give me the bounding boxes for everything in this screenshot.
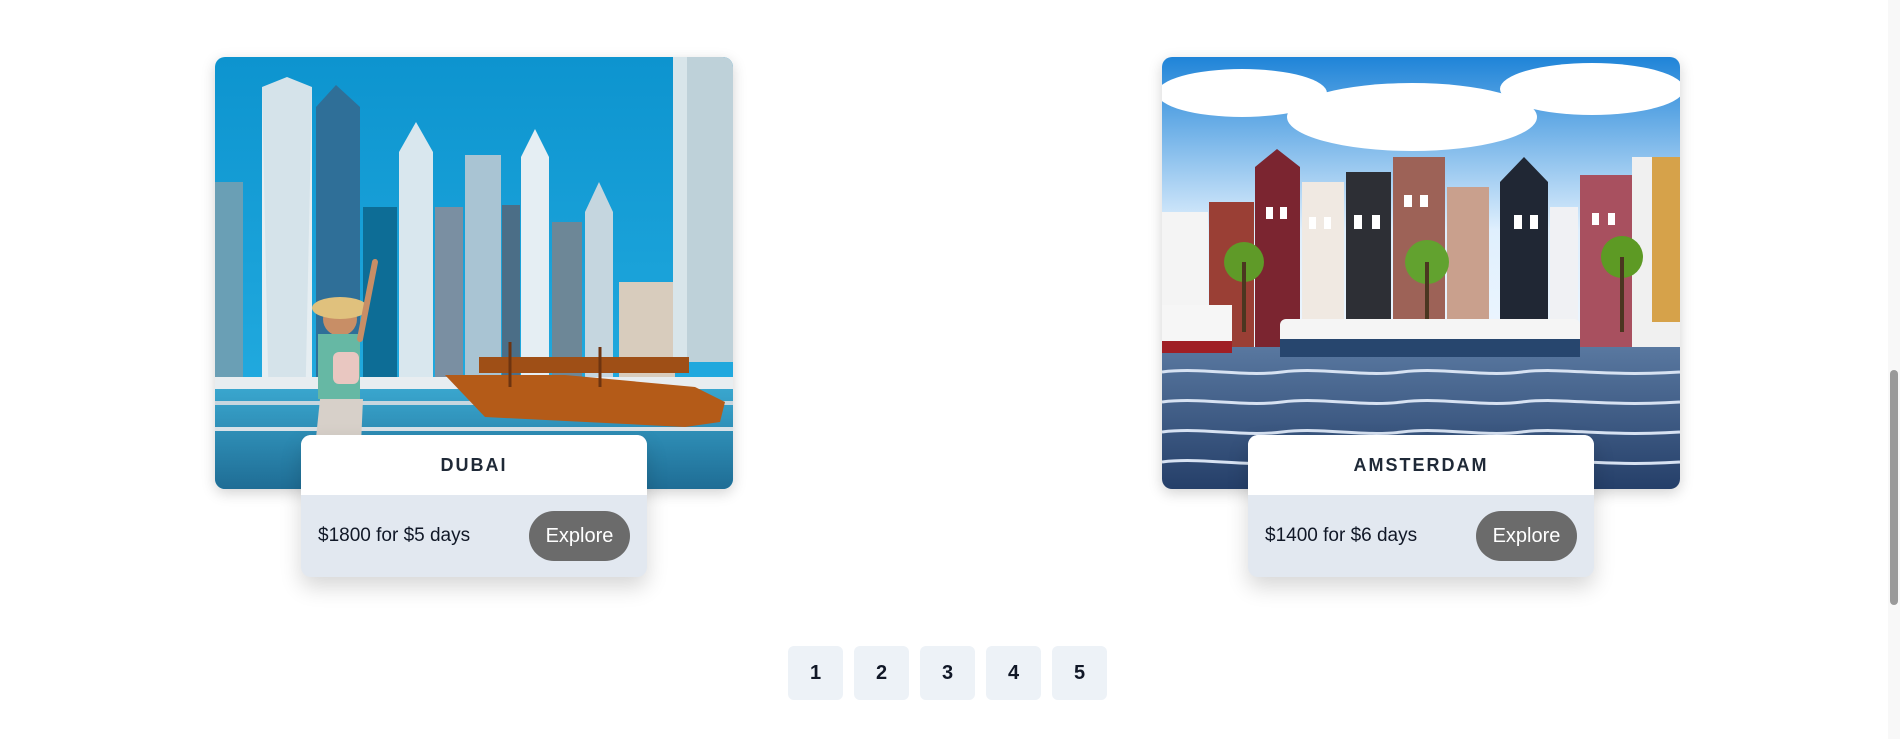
page-button-1[interactable]: 1 (788, 646, 843, 700)
page-button-5[interactable]: 5 (1052, 646, 1107, 700)
amsterdam-price-text: $1400 for $6 days (1265, 525, 1418, 546)
page-button-4[interactable]: 4 (986, 646, 1041, 700)
amsterdam-image (1162, 57, 1680, 489)
dubai-explore-button[interactable]: Explore (529, 511, 630, 561)
amsterdam-destination-name: AMSTERDAM (1248, 435, 1594, 495)
pagination: 1 2 3 4 5 (788, 646, 1107, 700)
dubai-info-card: DUBAI $1800 for $5 days Explore (301, 435, 647, 577)
dubai-destination-name: DUBAI (301, 435, 647, 495)
destination-page: DUBAI $1800 for $5 days Explore AMSTERDA… (0, 0, 1900, 739)
dubai-price-text: $1800 for $5 days (318, 525, 471, 546)
amsterdam-explore-button[interactable]: Explore (1476, 511, 1577, 561)
dubai-image (215, 57, 733, 489)
page-button-3[interactable]: 3 (920, 646, 975, 700)
amsterdam-scene (1162, 57, 1680, 489)
scrollbar-thumb[interactable] (1890, 370, 1898, 605)
dubai-scene (215, 57, 733, 489)
vertical-scrollbar[interactable] (1888, 0, 1900, 739)
amsterdam-info-card: AMSTERDAM $1400 for $6 days Explore (1248, 435, 1594, 577)
amsterdam-price-row: $1400 for $6 days Explore (1248, 495, 1594, 577)
page-button-2[interactable]: 2 (854, 646, 909, 700)
dubai-price-row: $1800 for $5 days Explore (301, 495, 647, 577)
